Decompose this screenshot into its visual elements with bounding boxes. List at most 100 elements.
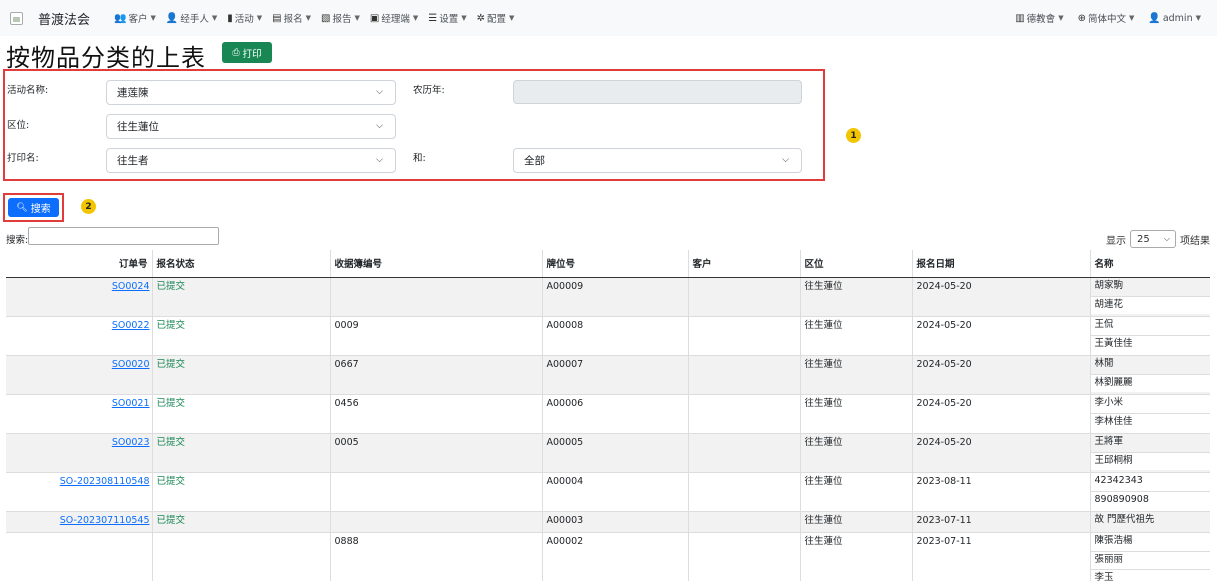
date-cell: 2024-05-20 <box>911 393 1090 433</box>
names-cell: 胡家駒 胡連花 <box>1089 276 1210 316</box>
search-button[interactable]: 🔍︎ 搜索 <box>8 198 59 217</box>
order-link[interactable]: SO0021 <box>112 398 150 409</box>
order-link[interactable]: SO0023 <box>112 437 150 448</box>
zone-cell: 往生蓮位 <box>799 471 912 511</box>
column-header[interactable]: 牌位号 <box>541 250 688 278</box>
print-button[interactable]: ⎙ 打印 <box>222 42 272 63</box>
chevron-down-icon: ⌵ <box>1163 234 1170 243</box>
order-link[interactable]: SO0020 <box>112 359 150 370</box>
names-cell: 陳張浩楊 張丽丽 李玉 <box>1089 531 1210 581</box>
org-icon: ▥ <box>1015 12 1025 24</box>
menu-right-item-2[interactable]: 👤 admin ▼ <box>1148 13 1201 24</box>
menu-item-label: 活动 <box>234 14 254 25</box>
zone-select-value: 往生蓮位 <box>117 121 159 133</box>
order-link[interactable]: SO0024 <box>112 281 150 292</box>
menu-right-item-0[interactable]: ▥ 德教會 ▼ <box>1015 11 1063 26</box>
caret-down-icon: ▼ <box>305 14 312 22</box>
column-header[interactable]: 客户 <box>687 250 800 278</box>
menu-right-item-1[interactable]: ⊕ 简体中文 ▼ <box>1078 11 1135 26</box>
tablet-cell: A00008 <box>541 315 688 355</box>
menu-item-label: 经理端 <box>381 14 410 25</box>
lunar-year-label: 农历年: <box>413 85 445 96</box>
chevron-down-icon: ⌵ <box>376 87 383 97</box>
tablet-cell: A00006 <box>541 393 688 433</box>
names-cell: 42342343 890890908 <box>1089 471 1210 511</box>
name-entry: 王黃佳佳 <box>1090 334 1210 353</box>
menu-item-1[interactable]: 👤 经手人 ▼ <box>166 11 217 26</box>
name-entry: 李林佳佳 <box>1090 412 1210 431</box>
column-header[interactable]: 区位 <box>799 250 912 278</box>
print-button-label: 打印 <box>242 48 262 60</box>
status-text: 已提交 <box>156 397 186 409</box>
menu-item-label: 设置 <box>439 14 459 25</box>
report-icon: ▧ <box>321 12 331 24</box>
order-cell: SO0020 <box>6 354 152 394</box>
column-header[interactable]: 收据簿编号 <box>329 250 542 278</box>
name-entry: 李玉 <box>1090 568 1210 581</box>
menu-item-label: 经手人 <box>180 14 209 25</box>
activity-select[interactable]: 連莲陳 ⌵ <box>106 80 396 105</box>
print-name-select[interactable]: 往生者 ⌵ <box>106 148 396 173</box>
menu-item-3[interactable]: ▤ 报名 ▼ <box>272 11 312 26</box>
customer-cell <box>687 471 800 511</box>
brand-name: 普渡法会 <box>38 12 91 28</box>
zone-select[interactable]: 往生蓮位 ⌵ <box>106 114 396 139</box>
zone-cell: 往生蓮位 <box>799 315 912 355</box>
date-cell: 2024-05-20 <box>911 354 1090 394</box>
menu-item-2[interactable]: ▮ 活动 ▼ <box>227 11 262 26</box>
main-menu: 👥 客户 ▼ 👤 经手人 ▼ ▮ 活动 ▼ ▤ 报名 ▼ ▧ 报告 ▼ ▣ 经理端 ▼ ☰ 设置 ▼ ✲ 配置 ▼ <box>114 11 524 26</box>
names-cell: 王侃 王黃佳佳 <box>1089 315 1210 355</box>
name-entry: 胡連花 <box>1090 295 1210 314</box>
tablet-cell: A00009 <box>541 276 688 316</box>
date-cell: 2024-05-20 <box>911 315 1090 355</box>
status-text: 已提交 <box>156 280 186 292</box>
table-row: SO0022 已提交 0009 A00008 往生蓮位 2024-05-20 王侃 王黃佳佳 <box>6 315 1210 355</box>
caret-down-icon: ▼ <box>1195 14 1201 22</box>
table-search-input[interactable] <box>28 227 219 245</box>
receipt-cell: 0888 <box>329 531 542 581</box>
name-entry: 王將軍 <box>1094 435 1124 447</box>
table-row: SO0021 已提交 0456 A00006 往生蓮位 2024-05-20 李小米 李林佳佳 <box>6 393 1210 433</box>
status-text: 已提交 <box>156 514 186 526</box>
caret-down-icon: ▼ <box>509 14 515 22</box>
column-header[interactable]: 报名状态 <box>151 250 330 278</box>
page-length-select[interactable]: 25 ⌵ <box>1130 230 1176 248</box>
order-cell: SO0021 <box>6 393 152 433</box>
tablet-cell: A00004 <box>541 471 688 511</box>
order-link[interactable]: SO0022 <box>112 320 150 331</box>
page-length-value: 25 <box>1137 233 1150 245</box>
brand[interactable]: 普渡法会 <box>10 9 90 28</box>
column-header[interactable]: 订单号 <box>6 250 152 278</box>
chevron-down-icon: ⌵ <box>782 155 789 165</box>
receipt-cell <box>329 471 542 511</box>
customer-cell <box>687 432 800 472</box>
order-link[interactable]: SO-202307110545 <box>60 515 150 526</box>
name-entry: 故 門歷代祖先 <box>1094 513 1155 525</box>
brand-logo-icon <box>10 11 23 25</box>
menu-item-7[interactable]: ✲ 配置 ▼ <box>477 11 515 26</box>
navbar: 普渡法会 👥 客户 ▼ 👤 经手人 ▼ ▮ 活动 ▼ ▤ 报名 ▼ ▧ 报告 ▼ ▣ 经理端 ▼ ☰ 设置 ▼ ✲ 配置 ▼ … <box>0 0 1217 36</box>
menu-item-0[interactable]: 👥 客户 ▼ <box>114 11 156 26</box>
name-entry: 林劉麗麗 <box>1090 373 1210 392</box>
chevron-down-icon: ⌵ <box>376 155 383 165</box>
receipt-cell: 0009 <box>329 315 542 355</box>
date-cell: 2023-08-11 <box>911 471 1090 511</box>
menu-right-label: admin <box>1162 12 1193 24</box>
receipt-cell: 0005 <box>329 432 542 472</box>
table-row: SO-202307110545 已提交 A00003 往生蓮位 2023-07-11 故 … <box>6 510 1210 532</box>
customer-cell <box>687 354 800 394</box>
names-cell: 王將軍 王邱桐桐 <box>1089 432 1210 472</box>
column-header[interactable]: 名称 <box>1089 250 1210 278</box>
menu-item-5[interactable]: ▣ 经理端 ▼ <box>370 11 418 26</box>
tablet-cell: A00002 <box>541 531 688 581</box>
user-menu: ▥ 德教會 ▼ ⊕ 简体中文 ▼ 👤 admin ▼ <box>1001 0 1201 36</box>
menu-item-6[interactable]: ☰ 设置 ▼ <box>428 11 466 26</box>
customer-cell <box>687 531 800 581</box>
column-header[interactable]: 报名日期 <box>911 250 1090 278</box>
show-label: 显示 <box>1106 235 1126 247</box>
zone-cell: 往生蓮位 <box>799 510 912 532</box>
menu-item-4[interactable]: ▧ 报告 ▼ <box>321 11 360 26</box>
order-link[interactable]: SO-202308110548 <box>60 476 150 487</box>
table-row: SO-202308110548 已提交 A00004 往生蓮位 2023-08-11 42… <box>6 471 1210 511</box>
and-select[interactable]: 全部 ⌵ <box>513 148 802 173</box>
